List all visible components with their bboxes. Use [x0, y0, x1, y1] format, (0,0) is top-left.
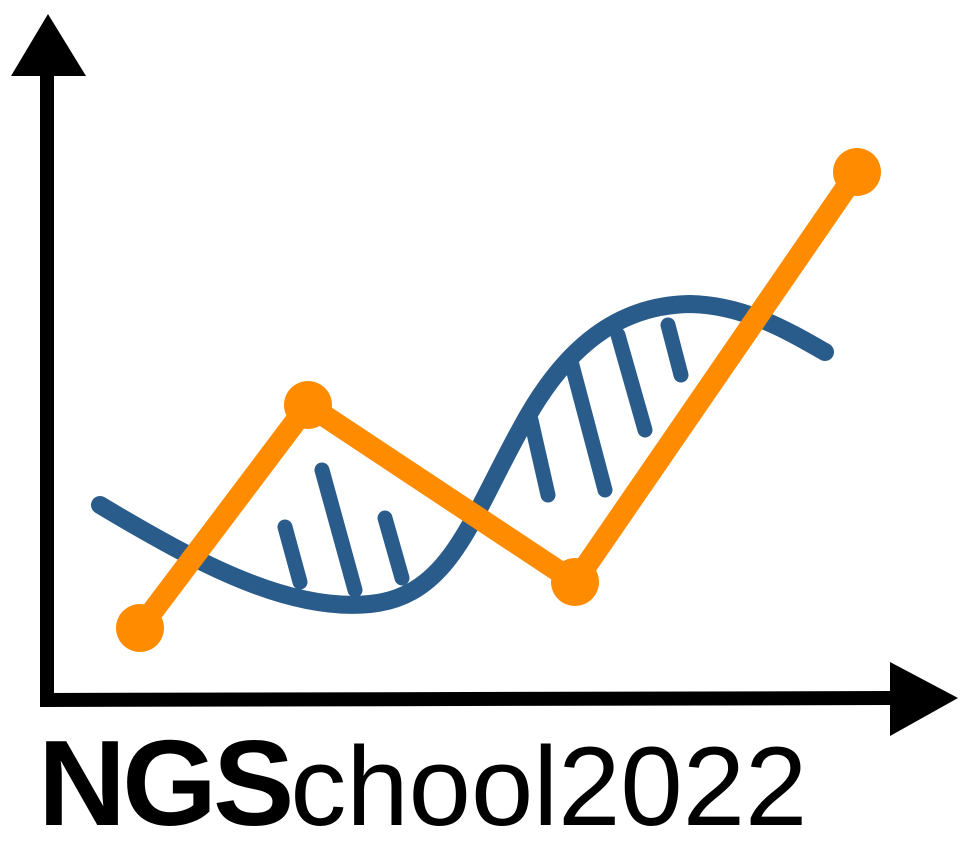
- y-axis-arrow-icon: [11, 14, 86, 703]
- logo-text-bold: NGS: [38, 715, 290, 842]
- logo-text-regular: chool2022: [290, 724, 807, 842]
- ngschool-logo: NGSchool2022: [11, 14, 958, 842]
- dna-helix-icon: [91, 294, 834, 614]
- logo-wordmark: NGSchool2022: [38, 715, 807, 842]
